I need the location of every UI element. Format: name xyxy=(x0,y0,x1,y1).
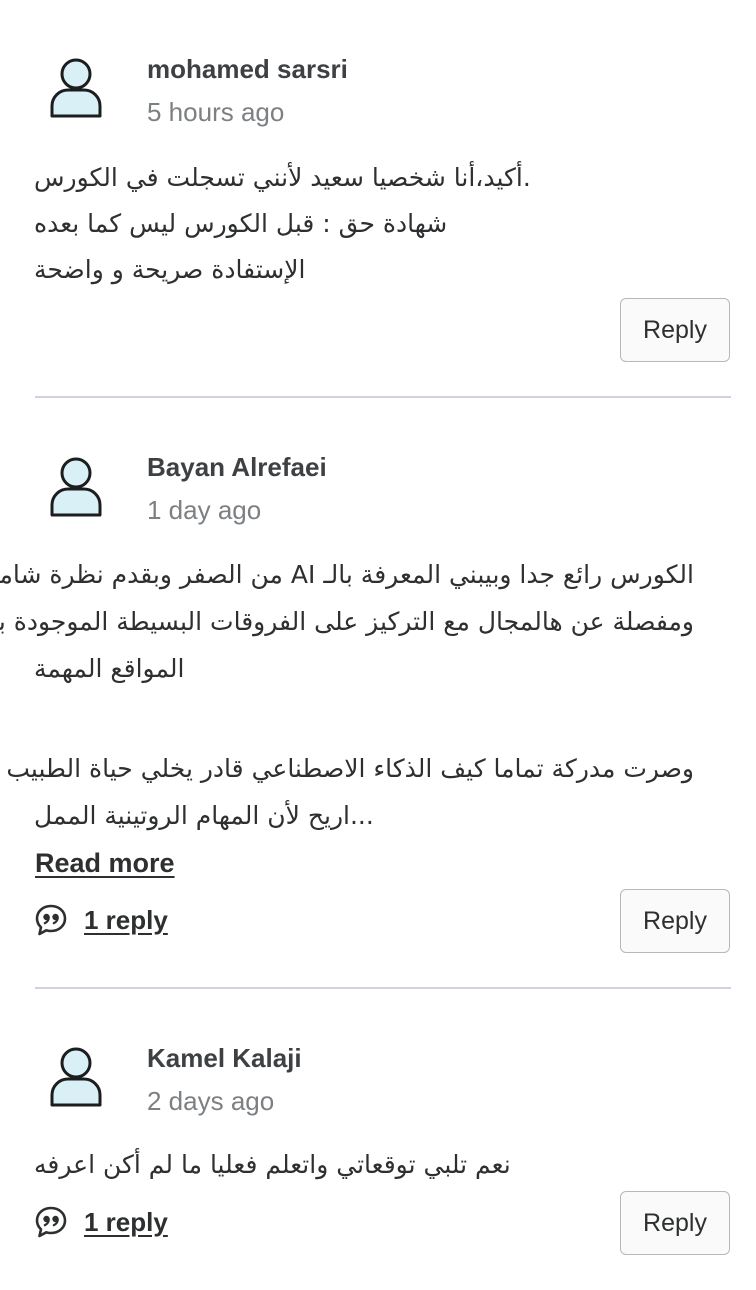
review-text-line: الإستفادة صريحة و واضحة xyxy=(34,255,306,284)
review-text-line: وصرت مدركة تماما كيف الذكاء الاصطناعي قا… xyxy=(6,754,694,783)
user-avatar-icon xyxy=(50,457,102,517)
review-time: 5 hours ago xyxy=(147,97,285,127)
speech-bubble-quote-icon xyxy=(35,904,67,936)
review-text-line: شهادة حق : قبل الكورس ليس كما بعده xyxy=(34,209,448,238)
replies-count-label: 1 reply xyxy=(84,904,168,935)
user-avatar-icon xyxy=(50,1047,102,1107)
review-author: Bayan Alrefaei xyxy=(147,452,327,482)
review-text-line: المواقع المهمة xyxy=(34,654,185,683)
reply-button[interactable]: Reply xyxy=(620,889,730,953)
replies-count-label: 1 reply xyxy=(84,1206,168,1237)
user-avatar-icon xyxy=(50,58,102,118)
review-author: mohamed sarsri xyxy=(147,54,348,84)
review-text-line: الكورس رائع جدا وبيبني المعرفة بالـ AI م… xyxy=(0,560,694,589)
reply-button[interactable]: Reply xyxy=(620,1191,730,1255)
review-time: 2 days ago xyxy=(147,1086,275,1116)
review-divider xyxy=(35,396,731,398)
review-divider xyxy=(35,987,731,989)
replies-link[interactable]: 1 reply xyxy=(34,1205,168,1239)
review-text-line: نعم تلبي توقعاتي واتعلم فعليا ما لم أكن … xyxy=(34,1150,511,1179)
reply-button[interactable]: Reply xyxy=(620,298,730,362)
replies-link[interactable]: 1 reply xyxy=(34,903,168,937)
review-text-line: ومفصلة عن هالمجال مع التركيز على الفروقا… xyxy=(0,607,694,636)
review-text-line: .أكيد،أنا شخصيا سعيد لأنني تسجلت في الكو… xyxy=(34,163,531,192)
speech-bubble-quote-icon xyxy=(35,1206,67,1238)
read-more-link[interactable]: Read more xyxy=(35,848,175,879)
review-time: 1 day ago xyxy=(147,495,262,525)
review-author: Kamel Kalaji xyxy=(147,1043,302,1073)
review-text-line: ...اريح لأن المهام الروتينية الممل xyxy=(34,801,374,830)
